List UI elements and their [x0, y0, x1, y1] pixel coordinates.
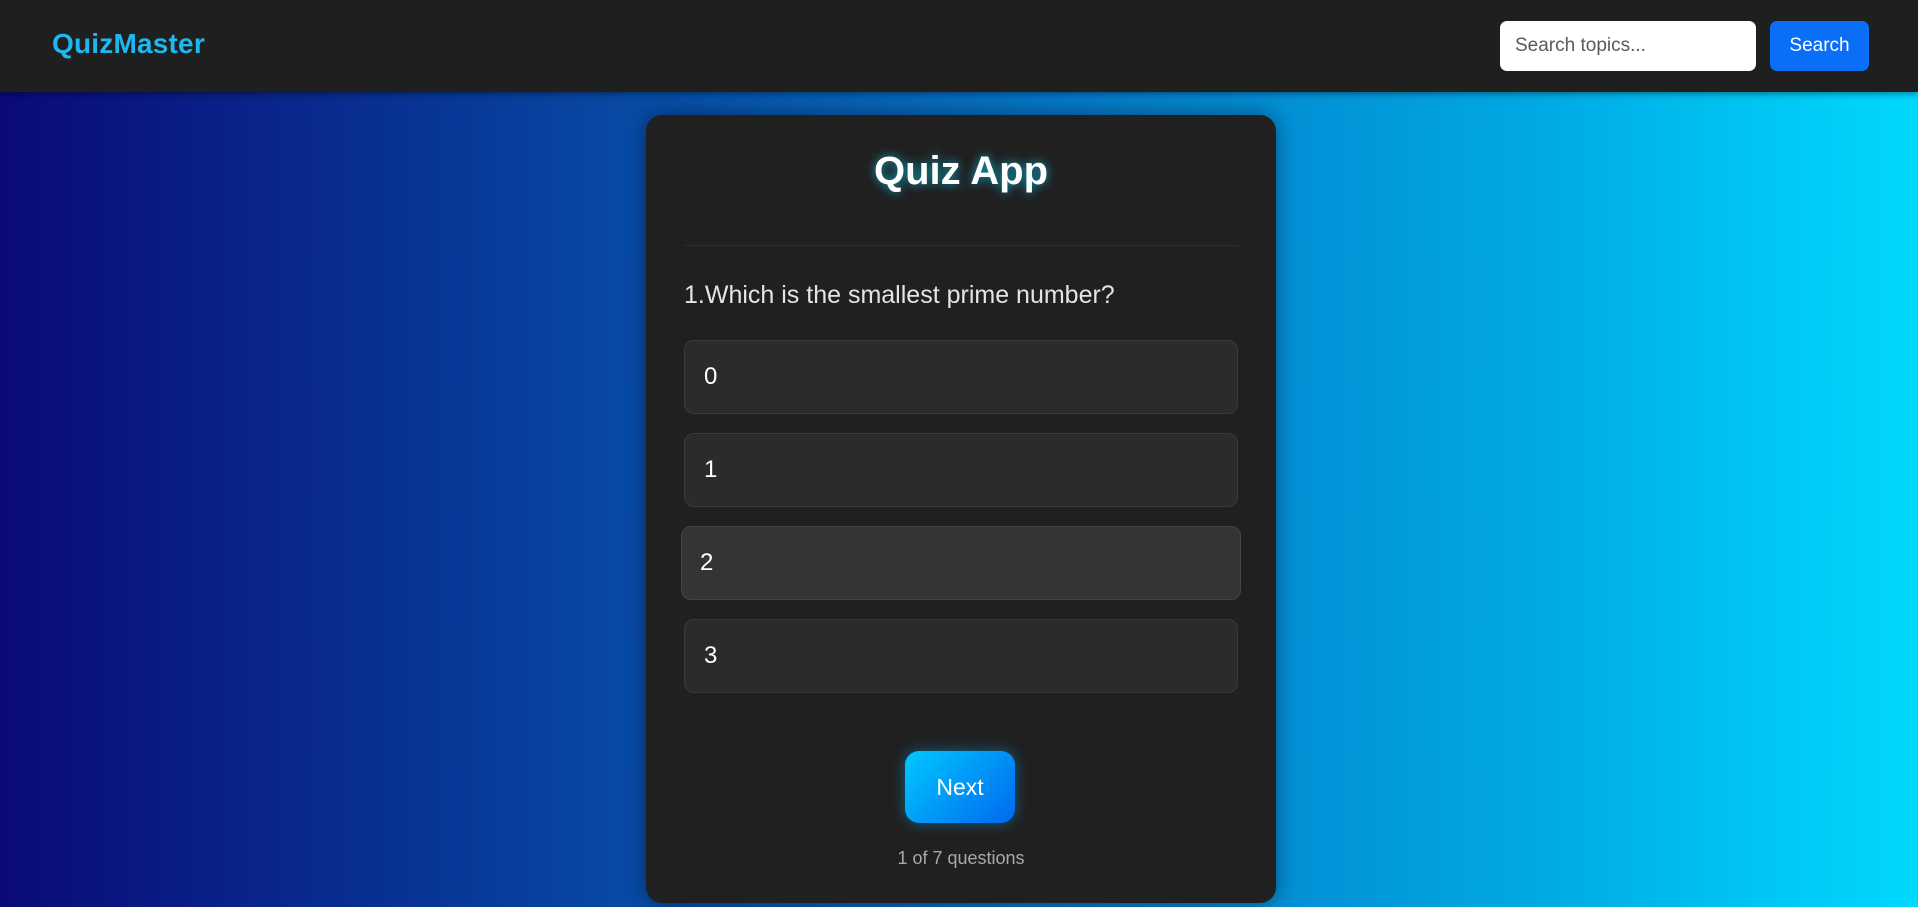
- answer-option-label: 0: [704, 363, 718, 390]
- answer-option-0[interactable]: 0: [684, 340, 1238, 414]
- divider: [684, 245, 1238, 246]
- answer-option-label: 1: [704, 456, 718, 483]
- quiz-card: Quiz App 1.Which is the smallest prime n…: [646, 115, 1276, 903]
- search-button[interactable]: Search: [1770, 21, 1869, 71]
- answer-option-2[interactable]: 2: [681, 526, 1241, 600]
- question-progress: 1 of 7 questions: [897, 848, 1025, 868]
- next-button[interactable]: Next: [905, 751, 1015, 823]
- brand-logo[interactable]: QuizMaster: [52, 28, 205, 60]
- quiz-title: Quiz App: [873, 149, 1049, 193]
- answer-option-label: 2: [700, 549, 714, 576]
- answer-option-1[interactable]: 1: [684, 433, 1238, 507]
- search-input[interactable]: [1500, 21, 1756, 71]
- question-text: 1.Which is the smallest prime number?: [684, 281, 1115, 309]
- answer-option-3[interactable]: 3: [684, 619, 1238, 693]
- navbar: QuizMaster Search: [0, 0, 1918, 92]
- answer-option-label: 3: [704, 642, 718, 669]
